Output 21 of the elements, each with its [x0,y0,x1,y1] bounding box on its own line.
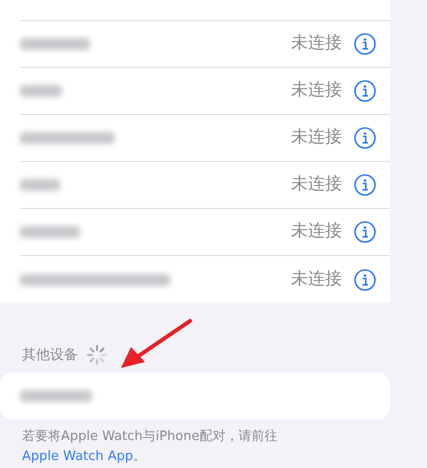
blurred-name [20,179,60,191]
watch-app-link[interactable]: Apple Watch App [22,449,134,464]
info-icon[interactable] [354,80,376,102]
blurred-name [20,226,80,238]
pointer-arrow [121,319,192,368]
connection-status: 未连接 [291,79,342,102]
connection-status: 未连接 [291,126,342,150]
info-icon[interactable] [354,221,376,243]
info-icon[interactable] [354,174,376,196]
connection-status: 未连接 [291,268,342,291]
connection-status: 未连接 [291,220,342,244]
connection-status: 未连接 [291,32,342,56]
connection-status: 未连接 [291,173,342,196]
blurred-name [20,38,90,50]
info-icon[interactable] [354,33,376,55]
footer-note: 若要将Apple Watch与iPhone配对，请前往 Apple Watch App。 [21,428,278,466]
blurred-name [20,390,92,402]
section-header: 其他设备 [22,346,78,364]
blurred-name [20,85,62,97]
info-icon[interactable] [354,268,376,290]
info-icon[interactable] [354,127,376,149]
